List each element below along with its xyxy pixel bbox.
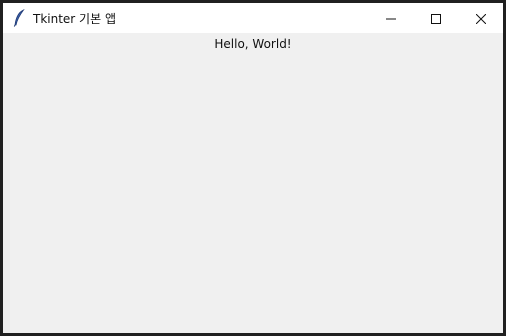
hello-label: Hello, World! (214, 37, 292, 51)
minimize-button[interactable] (368, 3, 413, 33)
feather-icon (12, 9, 26, 27)
close-button[interactable] (458, 3, 503, 33)
close-icon (475, 9, 486, 28)
window-title: Tkinter 기본 앱 (33, 11, 116, 26)
window-controls (368, 3, 503, 33)
minimize-icon (385, 9, 396, 28)
client-area: Hello, World! (3, 33, 503, 333)
title-bar[interactable]: Tkinter 기본 앱 (3, 3, 503, 33)
app-window: Tkinter 기본 앱 Hello, World! (0, 0, 506, 336)
maximize-button[interactable] (413, 3, 458, 33)
maximize-icon (430, 9, 441, 28)
